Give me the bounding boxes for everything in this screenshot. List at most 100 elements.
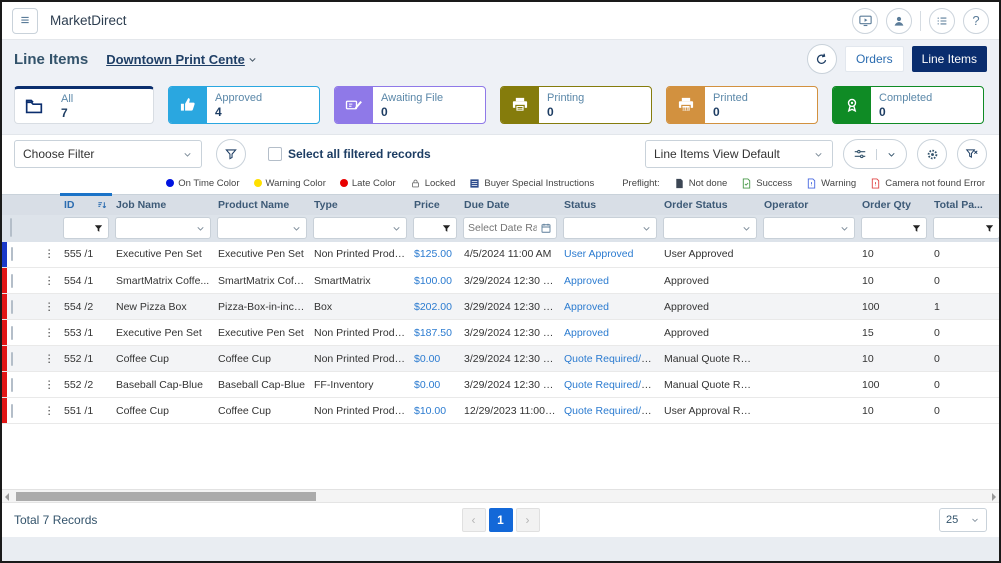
column-header-due-date[interactable]: Due Date [460,195,560,215]
view-options-split-button[interactable] [843,139,907,169]
price-link[interactable]: $187.50 [414,327,452,339]
order-qty-filter-input[interactable] [866,222,908,234]
user-profile-button[interactable] [886,8,912,34]
price-link[interactable]: $0.00 [414,353,440,365]
due-date-filter-input[interactable] [468,222,537,234]
status-card-printed[interactable]: Printed 0 [666,86,818,124]
orders-tab-button[interactable]: Orders [845,46,904,72]
status-card-approved[interactable]: Approved 4 [168,86,320,124]
price-link[interactable]: $0.00 [414,379,440,391]
total-pages-filter-input[interactable] [938,222,981,234]
thumbs-up-icon [169,87,207,123]
row-menu-button[interactable]: ⋮ [40,320,60,346]
table-row[interactable]: ⋮ 552 /2 Baseball Cap-Blue Baseball Cap-… [2,372,1001,398]
display-share-button[interactable] [852,8,878,34]
column-header-order-status[interactable]: Order Status [660,195,760,215]
column-header-type[interactable]: Type [310,195,410,215]
table-row[interactable]: ⋮ 554 /2 New Pizza Box Pizza-Box-in-inch… [2,294,1001,320]
column-header-operator[interactable]: Operator [760,195,858,215]
status-link[interactable]: Quote Required/W... [564,405,659,417]
next-page-button[interactable]: › [516,508,540,532]
column-header-product-name[interactable]: Product Name [214,195,310,215]
status-card-all[interactable]: All 7 [14,86,154,124]
row-checkbox[interactable] [11,352,13,366]
line-items-tab-button[interactable]: Line Items [912,46,987,72]
row-checkbox[interactable] [11,247,13,261]
clear-filter-button[interactable] [957,139,987,169]
id-filter-input[interactable] [68,222,90,234]
column-header-price[interactable]: Price [410,195,460,215]
table-row[interactable]: ⋮ 552 /1 Coffee Cup Coffee Cup Non Print… [2,346,1001,372]
column-header-job-name[interactable]: Job Name [112,195,214,215]
row-menu-button[interactable]: ⋮ [40,398,60,424]
status-card-printing[interactable]: Printing 0 [500,86,652,124]
prev-page-button[interactable]: ‹ [462,508,486,532]
status-link[interactable]: Quote Required/W... [564,379,659,391]
order-status-filter-select[interactable] [663,217,757,239]
row-checkbox[interactable] [11,378,13,392]
operator-filter-select[interactable] [763,217,855,239]
column-header-order-qty[interactable]: Order Qty [858,195,930,215]
status-card-awaiting-file[interactable]: Awaiting File 0 [334,86,486,124]
list-menu-button[interactable] [929,8,955,34]
price-link[interactable]: $125.00 [414,248,452,260]
row-menu-button[interactable]: ⋮ [40,268,60,294]
price-link[interactable]: $202.00 [414,301,452,313]
row-menu-button[interactable]: ⋮ [40,242,60,268]
product-name-filter-select[interactable] [217,217,307,239]
scrollbar-thumb[interactable] [16,492,316,501]
status-link[interactable]: Approved [564,301,609,313]
price-filter-input[interactable] [418,222,438,234]
row-checkbox[interactable] [11,274,13,288]
cell-job-name: Executive Pen Set [112,242,214,268]
row-menu-button[interactable]: ⋮ [40,294,60,320]
status-link[interactable]: Quote Required/W... [564,353,659,365]
calendar-icon[interactable] [540,222,552,234]
view-select[interactable]: Line Items View Default [645,140,833,168]
appbar-divider [920,11,921,31]
funnel-icon[interactable] [441,223,452,234]
column-header-total-pages[interactable]: Total Pa... [930,195,1001,215]
select-all-filtered-checkbox[interactable]: Select all filtered records [268,147,431,161]
page-title: Line Items [14,51,88,68]
type-filter-select[interactable] [313,217,407,239]
status-link[interactable]: User Approved [564,248,633,260]
row-checkbox[interactable] [11,300,13,314]
select-all-rows-checkbox[interactable] [10,218,12,237]
funnel-icon[interactable] [93,223,104,234]
status-filter-select[interactable] [563,217,657,239]
location-selector-link[interactable]: Downtown Print Cente [106,52,258,67]
settings-button[interactable] [917,139,947,169]
horizontal-scrollbar[interactable] [2,489,999,502]
price-link[interactable]: $10.00 [414,405,446,417]
funnel-icon[interactable] [911,223,922,234]
cell-operator [760,268,858,294]
status-card-completed[interactable]: Completed 0 [832,86,984,124]
current-page-button[interactable]: 1 [489,508,513,532]
job-name-filter-select[interactable] [115,217,211,239]
app-window: ≡ MarketDirect ? [0,0,1001,563]
status-link[interactable]: Approved [564,327,609,339]
table-row[interactable]: ⋮ 553 /1 Executive Pen Set Executive Pen… [2,320,1001,346]
refresh-button[interactable] [807,44,837,74]
column-header-status[interactable]: Status [560,195,660,215]
funnel-icon[interactable] [984,223,995,234]
table-row[interactable]: ⋮ 551 /1 Coffee Cup Coffee Cup Non Print… [2,398,1001,424]
hamburger-menu-button[interactable]: ≡ [12,8,38,34]
row-menu-button[interactable]: ⋮ [40,346,60,372]
page-size-select[interactable]: 25 [939,508,987,532]
status-link[interactable]: Approved [564,275,609,287]
scroll-left-arrow-icon[interactable] [5,493,9,501]
column-header-id[interactable]: ID [60,195,112,215]
table-row[interactable]: ⋮ 554 /1 SmartMatrix Coffe... SmartMatri… [2,268,1001,294]
table-row[interactable]: ⋮ 555 /1 Executive Pen Set Executive Pen… [2,242,1001,268]
scroll-right-arrow-icon[interactable] [992,493,996,501]
price-link[interactable]: $100.00 [414,275,452,287]
row-checkbox[interactable] [11,326,13,340]
choose-filter-select[interactable]: Choose Filter [14,140,202,168]
help-button[interactable]: ? [963,8,989,34]
apply-filter-button[interactable] [216,139,246,169]
row-menu-button[interactable]: ⋮ [40,372,60,398]
row-checkbox[interactable] [11,404,13,418]
doc-success-icon [741,178,752,189]
